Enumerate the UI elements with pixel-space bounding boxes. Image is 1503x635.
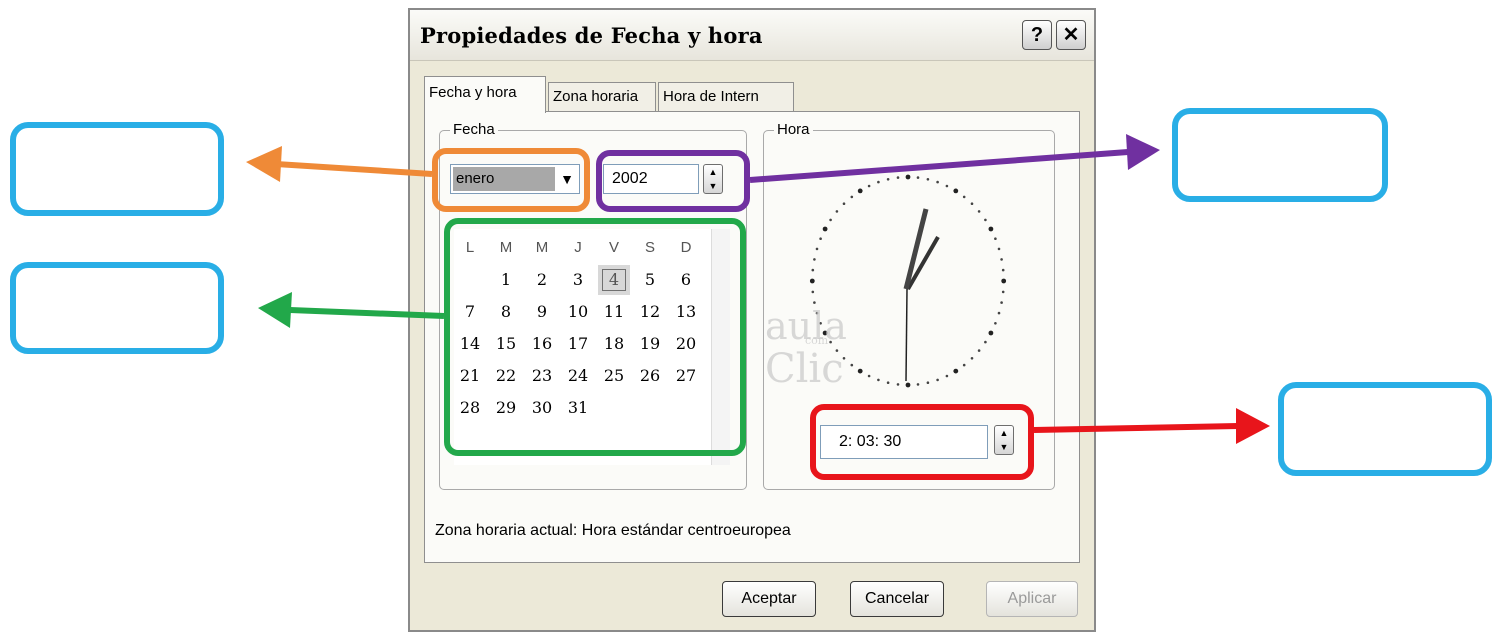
clock-minute-mark xyxy=(886,178,890,181)
clock-hour-mark xyxy=(988,330,994,336)
clock-minute-mark xyxy=(811,268,815,272)
clock-minute-mark xyxy=(835,349,839,352)
clock-minute-mark xyxy=(815,311,819,315)
help-icon: ? xyxy=(1030,24,1044,46)
clock-minute-mark xyxy=(896,383,900,386)
time-arrow-head xyxy=(1236,408,1270,444)
clock-hour-mark xyxy=(953,188,959,194)
clock-minute-mark xyxy=(867,374,871,378)
clock-hour-mark xyxy=(822,226,828,232)
clock-minute-mark xyxy=(819,322,822,325)
year-answer-box xyxy=(1172,108,1388,202)
close-icon: ✕ xyxy=(1062,24,1080,46)
clock-minute-mark xyxy=(936,180,939,184)
clock-hour-mark xyxy=(857,188,863,194)
clock-minute-mark xyxy=(916,176,920,179)
clock-minute-mark xyxy=(850,195,854,199)
clock-minute-mark xyxy=(962,195,966,199)
clock-minute-mark xyxy=(1001,290,1005,294)
clock-minute-mark xyxy=(994,237,997,240)
clock-minute-mark xyxy=(813,301,816,304)
clock-hour-mark xyxy=(1001,278,1007,284)
clock-minute-mark xyxy=(984,340,987,344)
clock-minute-mark xyxy=(997,311,1001,315)
clock-minute-mark xyxy=(945,374,949,378)
clock-minute-mark xyxy=(886,381,890,384)
calendar-arrow-head xyxy=(258,292,292,328)
clock-minute-mark xyxy=(811,290,815,294)
clock-minute-mark xyxy=(977,210,981,213)
ok-button[interactable]: Aceptar xyxy=(722,581,816,617)
clock-minute-mark xyxy=(997,247,1001,251)
clock-minute-mark xyxy=(1001,268,1005,272)
calendar-answer-box xyxy=(10,262,224,354)
month-highlight-box xyxy=(432,148,590,212)
month-answer-box xyxy=(10,122,224,216)
current-timezone-text: Zona horaria actual: Hora estándar centr… xyxy=(435,522,791,540)
clock-minute-mark xyxy=(835,210,839,213)
clock-hour-mark xyxy=(905,382,911,388)
clock-minute-mark xyxy=(945,184,949,188)
clock-hour-mark xyxy=(953,368,959,374)
time-group-label: Hora xyxy=(774,121,813,139)
clock-hour-mark xyxy=(988,226,994,232)
time-highlight-box xyxy=(810,404,1034,480)
clock-minute-mark xyxy=(819,237,822,240)
time-answer-box xyxy=(1278,382,1492,476)
date-group-label: Fecha xyxy=(450,121,498,139)
tab-time-zone[interactable]: Zona horaria xyxy=(548,82,656,112)
clock-minute-mark xyxy=(850,363,854,367)
clock-hour-mark xyxy=(809,278,815,284)
clock-minute-mark xyxy=(916,383,920,386)
apply-button[interactable]: Aplicar xyxy=(986,581,1078,617)
clock-minute-mark xyxy=(877,180,880,184)
clock-minute-mark xyxy=(829,340,832,344)
clock-minute-mark xyxy=(877,378,880,382)
close-button[interactable]: ✕ xyxy=(1056,20,1086,50)
clock-minute-mark xyxy=(842,202,846,205)
clock-minute-mark xyxy=(896,176,900,179)
tab-internet-time[interactable]: Hora de Intern xyxy=(658,82,794,112)
clock-minute-mark xyxy=(970,357,974,360)
current-timezone-label: Zona horaria actual: xyxy=(435,522,578,539)
clock-minute-mark xyxy=(977,349,981,352)
clock-minute-mark xyxy=(815,247,819,251)
calendar-highlight-box xyxy=(444,218,746,456)
cancel-button[interactable]: Cancelar xyxy=(850,581,944,617)
clock-hour-mark xyxy=(857,368,863,374)
clock-minute-mark xyxy=(984,218,987,222)
help-button[interactable]: ? xyxy=(1022,20,1052,50)
clock-minute-mark xyxy=(1000,258,1003,261)
clock-minute-mark xyxy=(970,202,974,205)
clock-minute-mark xyxy=(829,218,832,222)
month-arrow-head xyxy=(246,146,282,182)
year-highlight-box xyxy=(596,150,750,212)
clock-minute-mark xyxy=(926,381,930,384)
clock-minute-mark xyxy=(994,322,997,325)
title-bar: Propiedades de Fecha y hora ? ✕ xyxy=(410,10,1094,61)
clock-minute-mark xyxy=(813,258,816,261)
clock-hour-mark xyxy=(822,330,828,336)
clock-minute-mark xyxy=(926,178,930,181)
year-arrow-head xyxy=(1126,134,1160,170)
clock-minute-mark xyxy=(936,378,939,382)
current-timezone-value: Hora estándar centroeuropea xyxy=(581,522,791,539)
analog-clock xyxy=(809,174,1007,388)
clock-second-hand xyxy=(905,288,908,382)
dialog-title: Propiedades de Fecha y hora xyxy=(420,23,763,48)
clock-minute-mark xyxy=(962,363,966,367)
clock-hour-mark xyxy=(905,174,911,180)
tab-date-time[interactable]: Fecha y hora xyxy=(424,76,546,113)
clock-minute-mark xyxy=(1000,301,1003,304)
clock-minute-mark xyxy=(867,184,871,188)
clock-minute-mark xyxy=(842,357,846,360)
